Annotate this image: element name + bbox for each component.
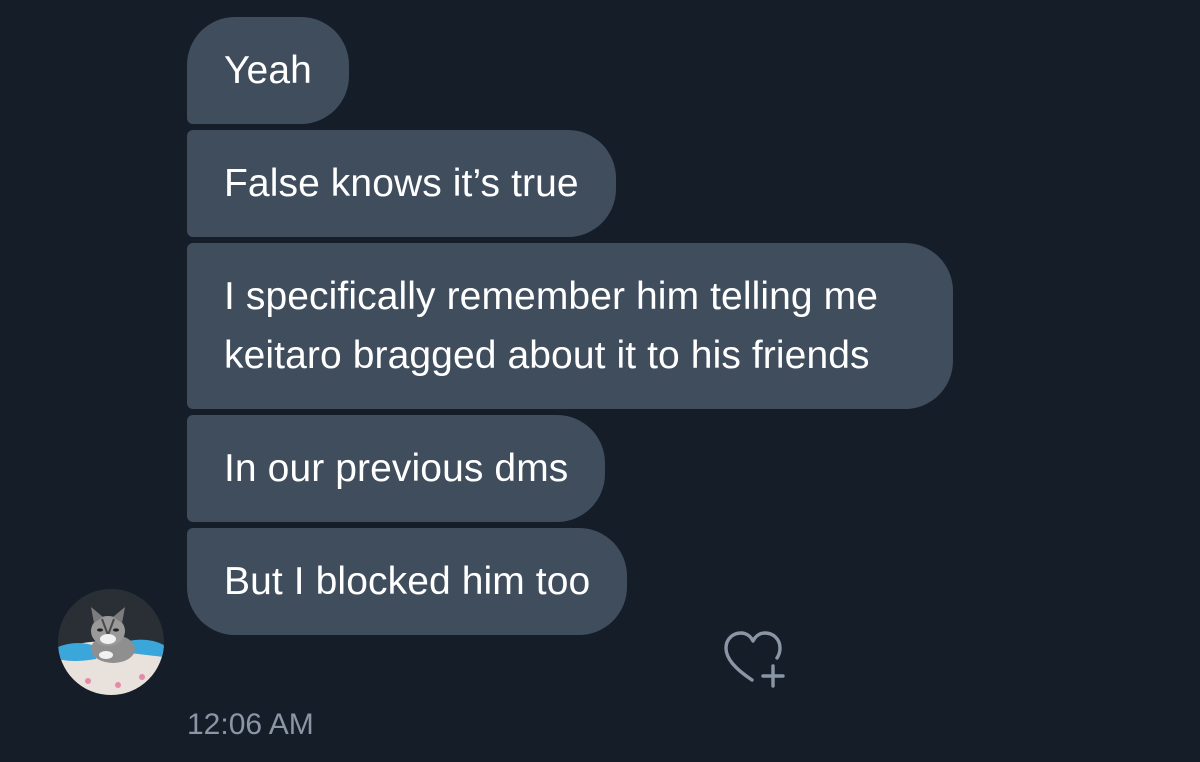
heart-plus-icon xyxy=(724,631,785,688)
message-bubble[interactable]: In our previous dms xyxy=(187,415,606,522)
message-row: But I blocked him too xyxy=(187,528,987,635)
message-bubble[interactable]: I specifically remember him telling me k… xyxy=(187,243,953,409)
message-bubble[interactable]: False knows it’s true xyxy=(187,130,616,237)
cat-avatar-icon xyxy=(58,589,164,695)
message-row: Yeah xyxy=(187,17,987,124)
message-timestamp: 12:06 AM xyxy=(187,708,314,741)
sender-avatar[interactable] xyxy=(58,589,164,695)
add-reaction-button[interactable] xyxy=(722,628,792,690)
message-row: In our previous dms xyxy=(187,415,987,522)
message-bubble[interactable]: But I blocked him too xyxy=(187,528,628,635)
message-row: I specifically remember him telling me k… xyxy=(187,243,987,409)
message-bubble[interactable]: Yeah xyxy=(187,17,349,124)
message-thread: Yeah False knows it’s true I specificall… xyxy=(187,17,987,635)
message-row: False knows it’s true xyxy=(187,130,987,237)
